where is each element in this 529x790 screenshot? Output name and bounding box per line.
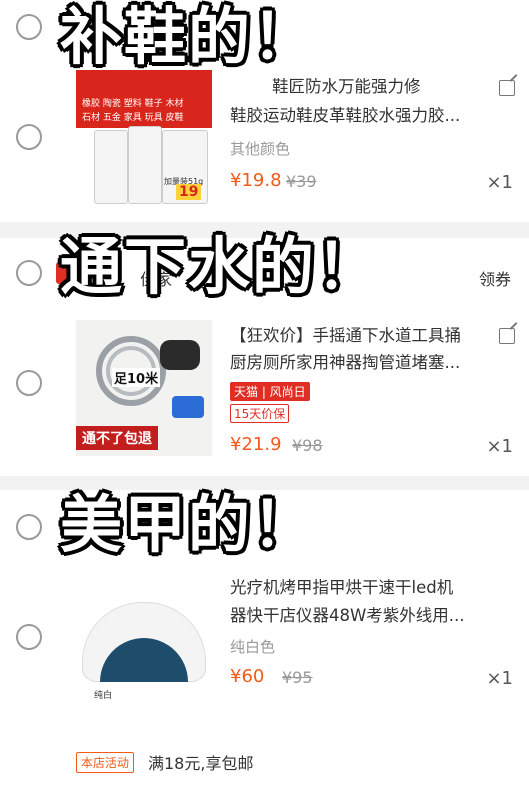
store-select-radio-1[interactable]	[16, 14, 42, 40]
caption-2: 通下水的！	[58, 230, 381, 303]
product-qty-2[interactable]: ×1	[486, 436, 513, 457]
edit-icon-1[interactable]	[499, 80, 515, 96]
product-orig-price-1: ¥39	[286, 172, 317, 191]
product-title-2-line1[interactable]: 【狂欢价】手摇通下水道工具捅	[230, 322, 470, 349]
product-thumbnail-3[interactable]: 纯白	[76, 578, 212, 714]
crank-handle	[172, 396, 204, 418]
glue-bottle-2	[128, 126, 162, 204]
product-qty-3[interactable]: ×1	[486, 668, 513, 689]
product-variant-1[interactable]: 其他颜色	[230, 138, 290, 159]
thumb-text-4: 19	[176, 184, 202, 200]
edit-icon-2[interactable]	[499, 328, 515, 344]
product-title-3-line1[interactable]: 光疗机烤甲指甲烘干速干led机	[230, 574, 470, 601]
thumb-banner-2: 通不了包退	[76, 426, 158, 450]
item-select-radio-1[interactable]	[16, 124, 42, 150]
product-title-2-line2[interactable]: 厨房厕所家用神器掏管道堵塞...	[230, 349, 470, 376]
item-select-radio-3[interactable]	[16, 624, 42, 650]
glove-hand	[160, 340, 200, 370]
product-thumbnail-2[interactable]: 足10米 通不了包退	[76, 320, 212, 456]
tmall-badge: 天猫 | 风尚日	[230, 382, 310, 401]
product-price-3: ¥60	[230, 666, 265, 687]
thumb-text-2: 石材 五金 家具 玩具 皮鞋	[82, 113, 184, 123]
thumb-label-2: 足10米	[112, 368, 161, 387]
product-variant-3[interactable]: 纯白色	[230, 636, 275, 657]
product-orig-price-2: ¥98	[292, 436, 323, 455]
product-title-1-line2[interactable]: 鞋胶运动鞋皮革鞋胶水强力胶...	[230, 102, 470, 129]
store-select-radio-2[interactable]	[16, 260, 42, 286]
product-title-3-line2[interactable]: 器快干店仪器48W考紫外线用...	[230, 602, 470, 629]
store-promo-tag: 本店活动	[76, 752, 135, 773]
product-orig-price-3: ¥95	[282, 668, 313, 687]
store-promo-text: 满18元,享包邮	[148, 754, 254, 773]
product-price-1: ¥19.8	[230, 170, 282, 191]
product-qty-1[interactable]: ×1	[486, 172, 513, 193]
price-guard-badge: 15天价保	[230, 404, 290, 423]
coupon-button[interactable]: 领券	[479, 266, 511, 290]
store-select-radio-3[interactable]	[16, 514, 42, 540]
caption-3: 美甲的！	[58, 488, 317, 561]
glue-bottle-1	[94, 130, 128, 204]
thumb-label-3: 纯白	[94, 691, 113, 701]
product-title-1-line1[interactable]: 鞋匠防水万能强力修	[272, 73, 492, 100]
item-select-radio-2[interactable]	[16, 370, 42, 396]
caption-1: 补鞋的！	[58, 0, 317, 73]
product-price-2: ¥21.9	[230, 434, 282, 455]
product-thumbnail-1[interactable]: 橡胶 陶瓷 塑料 鞋子 木材 石材 五金 家具 玩具 皮鞋 加量装51g 19	[76, 70, 212, 206]
thumb-text-1: 橡胶 陶瓷 塑料 鞋子 木材	[82, 99, 184, 109]
